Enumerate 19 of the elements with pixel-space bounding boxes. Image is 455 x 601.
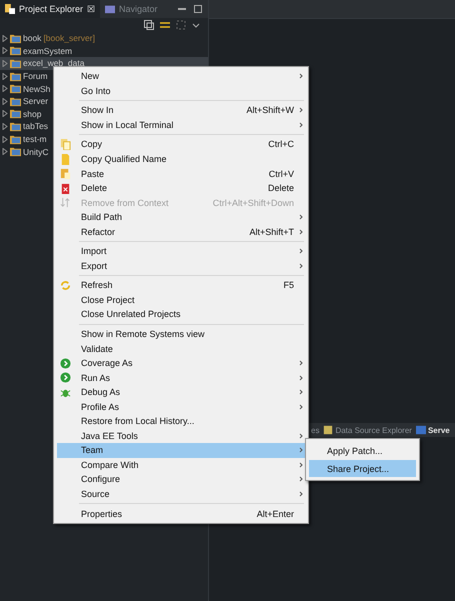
shortcut-label: Alt+Shift+T xyxy=(249,226,294,237)
shortcut-label: Delete xyxy=(268,183,294,194)
shortcut-label: Ctrl+Alt+Shift+Down xyxy=(212,198,294,208)
shortcut-label: Ctrl+V xyxy=(268,168,294,179)
project-name: book xyxy=(23,33,42,44)
shortcut-label: Ctrl+C xyxy=(268,139,294,150)
project-name: examSystem xyxy=(23,46,72,56)
project-name: excel_web_data xyxy=(23,58,84,68)
shortcut-label: Alt+Shift+W xyxy=(246,105,294,116)
shortcut-label: F5 xyxy=(283,280,294,290)
project-name: test-m xyxy=(23,134,47,144)
server-label: [book_server] xyxy=(43,33,95,44)
project-name: shop xyxy=(23,108,42,119)
project-name: Server xyxy=(23,96,48,106)
project-name: NewSh xyxy=(23,84,50,94)
project-name: UnityC xyxy=(23,146,49,157)
project-name: tabTes xyxy=(23,121,48,132)
shortcut-label: Alt+Enter xyxy=(256,508,294,519)
project-name: Forum xyxy=(23,71,48,82)
